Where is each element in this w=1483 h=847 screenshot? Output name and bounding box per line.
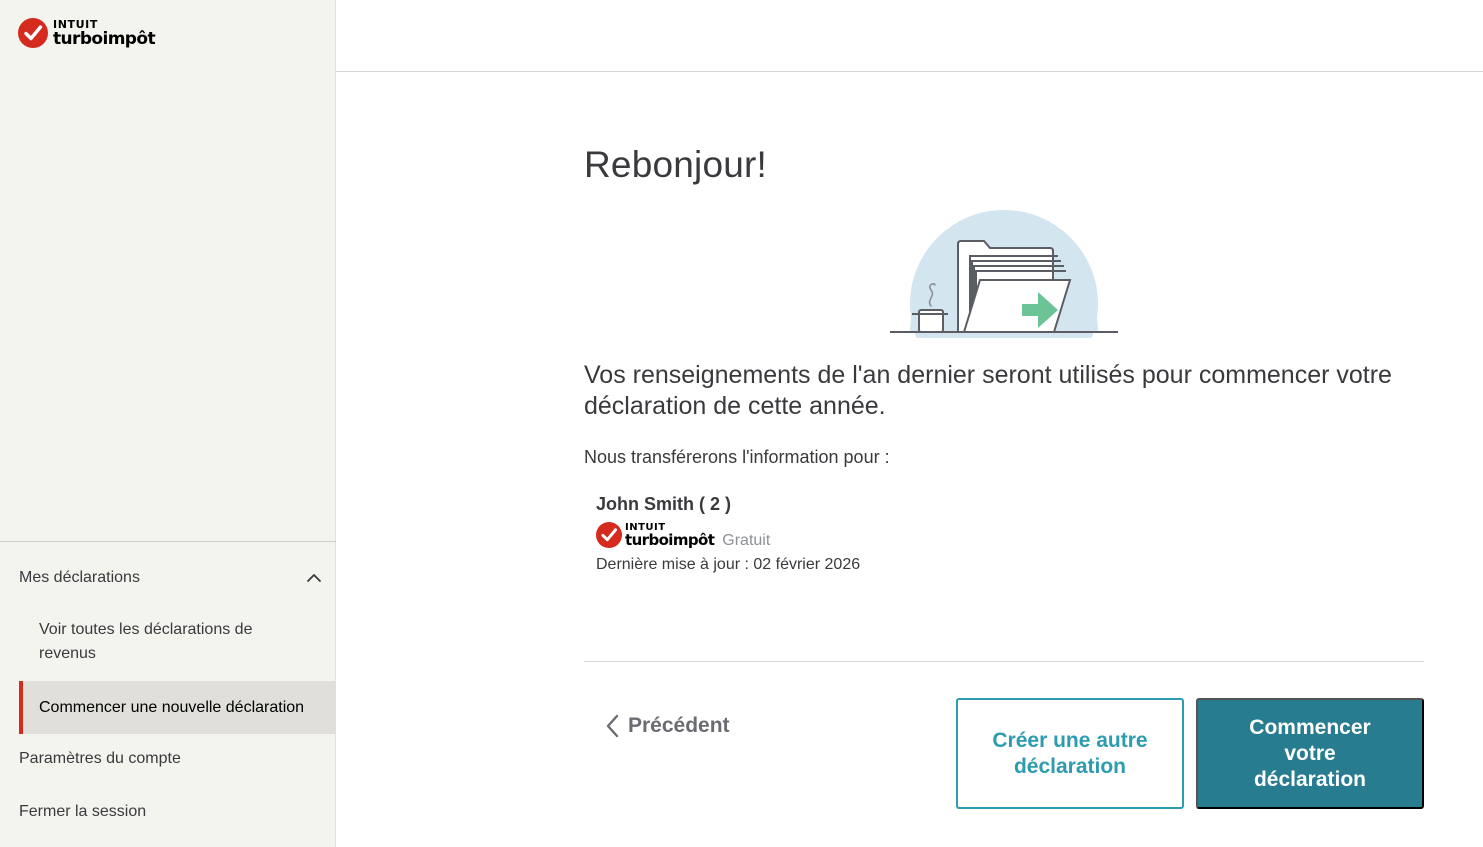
sidebar-item-view-all-returns[interactable]: Voir toutes les déclarations de revenus [39, 618, 309, 666]
product-plan: Gratuit [722, 532, 771, 549]
sidebar-section-my-returns[interactable]: Mes déclarations [0, 560, 336, 596]
back-button-label: Précédent [628, 714, 730, 737]
lead-paragraph: Vos renseignements de l'an dernier seron… [584, 361, 1392, 420]
sidebar-section-label: Mes déclarations [19, 569, 140, 586]
sidebar-item-start-new-return[interactable]: Commencer une nouvelle déclaration [19, 681, 336, 734]
checkmark-logo-icon [596, 522, 622, 548]
checkmark-logo-icon [18, 18, 48, 48]
product-name-text: turboimpôt [625, 531, 715, 549]
return-person-name: John Smith ( 2 ) [596, 494, 731, 514]
page-title: Rebonjour! [584, 144, 768, 185]
chevron-up-icon [307, 574, 321, 582]
chevron-left-icon [606, 714, 619, 738]
turboimpot-logo[interactable]: INTUIT turboimpôt [18, 17, 156, 49]
sidebar-item-sign-out[interactable]: Fermer la session [19, 803, 146, 821]
transfer-label: Nous transférerons l'information pour : [584, 447, 890, 467]
sidebar-item-label: Commencer une nouvelle déclaration [39, 698, 305, 716]
top-bar [336, 0, 1483, 72]
content-divider [584, 661, 1424, 662]
return-product: INTUIT turboimpôt Gratuit [596, 522, 771, 549]
sidebar-divider [0, 541, 336, 542]
logo-product-text: turboimpôt [53, 28, 156, 49]
logo-intuit-text: INTUIT [53, 17, 98, 31]
sidebar-item-account-settings[interactable]: Paramètres du compte [19, 750, 181, 768]
start-return-button[interactable]: Commencer votre déclaration [1196, 698, 1424, 809]
sidebar: INTUIT turboimpôt Mes déclarations Voir … [0, 0, 336, 847]
create-another-return-button[interactable]: Créer une autre déclaration [956, 698, 1184, 809]
back-button[interactable]: Précédent [604, 712, 730, 740]
last-updated: Dernière mise à jour : 02 février 2026 [596, 556, 861, 573]
folder-transfer-illustration-icon [890, 208, 1118, 338]
